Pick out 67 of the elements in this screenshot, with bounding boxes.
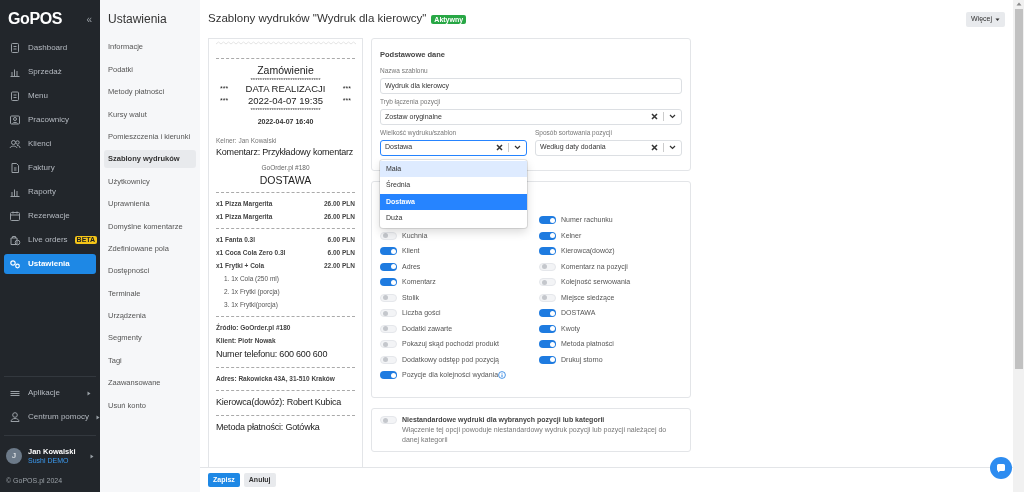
nav-title: Ustawienia bbox=[107, 11, 168, 28]
person-icon bbox=[9, 114, 21, 126]
sidebar-item[interactable]: Aplikacje bbox=[0, 381, 100, 405]
bag-clock-icon bbox=[9, 234, 21, 246]
caret-icon bbox=[90, 453, 94, 459]
chat-icon bbox=[996, 463, 1006, 473]
sidebar-item[interactable]: Pracownicy bbox=[4, 110, 96, 130]
clear-icon bbox=[651, 113, 658, 121]
receipt-text: Numer telefonu: 600 600 600 bbox=[216, 349, 329, 360]
toggle-switch[interactable] bbox=[539, 340, 556, 349]
avatar: J bbox=[6, 448, 22, 464]
toggle-switch[interactable] bbox=[380, 355, 397, 364]
toggle-switch[interactable] bbox=[380, 293, 397, 302]
toggle-switch[interactable] bbox=[380, 278, 397, 287]
receipt-text: Komentarz: Przykładowy komentarz bbox=[216, 147, 355, 159]
toggle-switch[interactable] bbox=[539, 309, 556, 318]
receipt-heading: 2022-04-07 19:35 bbox=[248, 95, 323, 107]
calendar-icon bbox=[9, 210, 21, 222]
receipt-text: Kierowca(dowóz): Robert Kubica bbox=[216, 397, 343, 408]
sidebar-item[interactable]: Faktury bbox=[4, 158, 96, 178]
person-icon bbox=[9, 411, 21, 423]
toggle-switch[interactable] bbox=[380, 309, 397, 318]
page-title: Szablony wydruków "Wydruk dla kierowcy" bbox=[208, 11, 427, 27]
sidebar-item[interactable]: Klienci bbox=[4, 134, 96, 154]
logo: GoPOS bbox=[8, 9, 62, 29]
chat-button[interactable] bbox=[990, 457, 1012, 479]
collapse-button[interactable]: « bbox=[86, 11, 92, 27]
chevron-down-icon bbox=[669, 145, 676, 150]
chevron-down-icon bbox=[669, 114, 676, 120]
toggle-switch[interactable] bbox=[539, 262, 556, 271]
invoice-icon bbox=[9, 162, 21, 174]
sidebar-item[interactable]: Rezerwacje bbox=[4, 206, 96, 226]
sidebar-item[interactable]: Sprzedaż bbox=[4, 62, 96, 82]
toggle-switch[interactable] bbox=[380, 247, 397, 256]
toggle-switch[interactable] bbox=[539, 355, 556, 364]
toggle-switch[interactable] bbox=[539, 231, 556, 240]
receipt-heading: Zamówienie bbox=[256, 63, 315, 77]
gears-icon bbox=[9, 258, 21, 270]
people-icon bbox=[9, 138, 21, 150]
document-icon bbox=[9, 42, 21, 54]
caret-icon bbox=[995, 17, 1000, 21]
toggle-switch[interactable] bbox=[539, 324, 556, 333]
receipt-heading: DATA REALIZACJI bbox=[245, 83, 326, 95]
clear-icon bbox=[496, 144, 503, 151]
toggle-switch[interactable] bbox=[380, 371, 397, 380]
toggle-switch[interactable] bbox=[539, 293, 556, 302]
sidebar-item[interactable]: Raporty bbox=[4, 182, 96, 202]
toggle-switch[interactable] bbox=[380, 324, 397, 333]
receipt-text: Metoda płatności: Gotówka bbox=[216, 422, 321, 433]
sidebar-item[interactable]: Dashboard bbox=[4, 38, 96, 58]
receipt-heading: DOSTAWA bbox=[258, 173, 313, 187]
chevron-down-icon bbox=[514, 145, 521, 150]
toggle-switch[interactable] bbox=[539, 216, 556, 225]
toggle-switch[interactable] bbox=[380, 262, 397, 271]
clear-icon bbox=[651, 144, 658, 151]
scrollbar[interactable] bbox=[1013, 0, 1024, 492]
toggle-switch[interactable] bbox=[539, 247, 556, 256]
toggle-switch[interactable] bbox=[380, 340, 397, 349]
toggle-switch[interactable] bbox=[380, 416, 397, 424]
caret-icon bbox=[87, 390, 91, 396]
arrow-up-icon bbox=[1015, 2, 1022, 6]
toggle-switch[interactable] bbox=[380, 231, 397, 240]
sidebar-item[interactable]: Menu bbox=[4, 86, 96, 106]
sidebar-item[interactable]: Ustawienia bbox=[4, 254, 96, 274]
toggle-switch[interactable] bbox=[539, 278, 556, 287]
clipboard-icon bbox=[9, 90, 21, 102]
sidebar-item[interactable]: Centrum pomocy bbox=[0, 405, 100, 429]
